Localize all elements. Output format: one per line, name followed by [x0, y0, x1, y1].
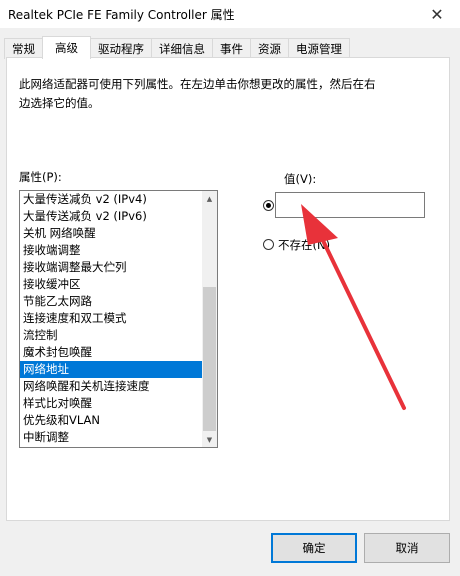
value-input[interactable] [275, 192, 425, 218]
tab-strip: 常规 高级 驱动程序 详细信息 事件 资源 电源管理 [4, 36, 350, 59]
not-exist-radio[interactable] [263, 239, 274, 250]
list-item[interactable]: 连接速度和双工模式 [20, 310, 202, 327]
description-line: 此网络适配器可使用下列属性。在左边单击你想更改的属性，然后在右 [19, 77, 376, 91]
scroll-down-arrow-icon[interactable]: ▼ [202, 432, 217, 447]
list-item[interactable]: 接收端调整最大伫列 [20, 259, 202, 276]
list-item[interactable]: 样式比对唤醒 [20, 395, 202, 412]
property-list-scrollbar[interactable]: ▲ ▼ [202, 191, 217, 447]
title-bar: Realtek PCIe FE Family Controller 属性 ✕ [0, 0, 460, 28]
tab-3[interactable]: 详细信息 [151, 38, 213, 59]
tab-1[interactable]: 高级 [42, 36, 91, 59]
ok-button[interactable]: 确定 [271, 533, 357, 563]
tab-5[interactable]: 资源 [250, 38, 289, 59]
list-item[interactable]: 魔术封包唤醒 [20, 344, 202, 361]
value-radio[interactable] [263, 200, 274, 211]
list-item[interactable]: 大量传送减负 v2 (IPv4) [20, 191, 202, 208]
description-text: 此网络适配器可使用下列属性。在左边单击你想更改的属性，然后在右 边选择它的值。 [19, 75, 419, 113]
list-item[interactable]: 节能乙太网路 [20, 293, 202, 310]
not-exist-label[interactable]: 不存在(N) [278, 237, 330, 253]
scroll-up-arrow-icon[interactable]: ▲ [202, 191, 217, 206]
tab-4[interactable]: 事件 [212, 38, 251, 59]
description-line: 边选择它的值。 [19, 96, 100, 110]
dialog-client-area: 常规 高级 驱动程序 详细信息 事件 资源 电源管理 此网络适配器可使用下列属性。在左边单击… [0, 28, 460, 576]
value-label: 值(V): [284, 172, 317, 186]
tab-6[interactable]: 电源管理 [288, 38, 350, 59]
list-item[interactable]: 流控制 [20, 327, 202, 344]
list-item[interactable]: 接收缓冲区 [20, 276, 202, 293]
close-button[interactable]: ✕ [414, 0, 460, 28]
list-item[interactable]: 中断调整 [20, 429, 202, 446]
list-item[interactable]: 大量传送减负 v2 (IPv6) [20, 208, 202, 225]
property-list-items: 大量传送减负 v2 (IPv4) 大量传送减负 v2 (IPv6) 关机 网络唤醒接… [20, 191, 202, 446]
list-item[interactable]: 接收端调整 [20, 242, 202, 259]
close-icon: ✕ [430, 4, 444, 24]
tab-2[interactable]: 驱动程序 [90, 38, 152, 59]
list-item[interactable]: 网络唤醒和关机连接速度 [20, 378, 202, 395]
cancel-button[interactable]: 取消 [364, 533, 450, 563]
list-item[interactable]: 关机 网络唤醒 [20, 225, 202, 242]
property-label: 属性(P): [19, 170, 62, 184]
window-title: Realtek PCIe FE Family Controller 属性 [8, 8, 235, 22]
list-item[interactable]: 优先级和VLAN [20, 412, 202, 429]
advanced-tab-panel: 此网络适配器可使用下列属性。在左边单击你想更改的属性，然后在右 边选择它的值。 … [6, 57, 450, 521]
list-item[interactable]: 网络地址 [20, 361, 202, 378]
scrollbar-thumb[interactable] [203, 287, 216, 431]
property-list[interactable]: 大量传送减负 v2 (IPv4) 大量传送减负 v2 (IPv6) 关机 网络唤醒接… [19, 190, 218, 448]
tab-0[interactable]: 常规 [4, 38, 43, 59]
